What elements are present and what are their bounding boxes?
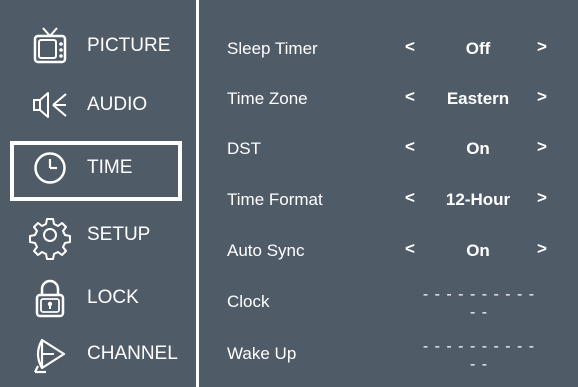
clock-icon: [30, 146, 70, 190]
setting-row-sleep-timer[interactable]: Sleep Timer < Off >: [199, 29, 578, 69]
menu-item-label: TIME: [87, 157, 133, 178]
menu-item-lock[interactable]: LOCK: [0, 270, 196, 326]
setting-value: Off: [465, 39, 491, 58]
antenna-icon: [30, 332, 70, 376]
arrow-right-icon[interactable]: >: [537, 137, 547, 157]
menu-item-time[interactable]: TIME: [0, 140, 196, 201]
setting-value: On: [466, 241, 490, 260]
tv-osd-menu: PICTURE AUDIO TIME SETUP LOCK CHANNEL Sl…: [0, 0, 578, 387]
arrow-left-icon[interactable]: <: [405, 137, 415, 157]
setting-row-clock[interactable]: Clock - - - - - - - - - - - -: [199, 282, 578, 322]
time-settings-panel: Sleep Timer < Off > Time Zone < Eastern …: [199, 0, 578, 387]
setting-value: 12-Hour: [445, 190, 511, 209]
setting-value: Eastern: [446, 89, 510, 108]
menu-item-label: SETUP: [87, 224, 151, 245]
setting-name: Time Zone: [227, 89, 308, 108]
menu-item-picture[interactable]: PICTURE: [0, 18, 196, 74]
setting-name: Auto Sync: [227, 241, 305, 260]
arrow-left-icon[interactable]: <: [405, 37, 415, 57]
setting-row-time-format[interactable]: Time Format < 12-Hour >: [199, 180, 578, 220]
setting-name: Time Format: [227, 190, 323, 209]
setting-row-wake-up[interactable]: Wake Up - - - - - - - - - - - -: [199, 334, 578, 374]
arrow-right-icon[interactable]: >: [537, 87, 547, 107]
setting-row-time-zone[interactable]: Time Zone < Eastern >: [199, 79, 578, 119]
menu-item-audio[interactable]: AUDIO: [0, 77, 196, 133]
arrow-right-icon[interactable]: >: [537, 188, 547, 208]
padlock-icon: [30, 276, 70, 320]
tv-icon: [30, 24, 70, 68]
menu-sidebar: PICTURE AUDIO TIME SETUP LOCK CHANNEL: [0, 0, 199, 387]
arrow-right-icon[interactable]: >: [537, 239, 547, 259]
menu-item-label: PICTURE: [87, 35, 171, 56]
arrow-left-icon[interactable]: <: [405, 188, 415, 208]
menu-item-label: CHANNEL: [87, 343, 178, 364]
menu-item-label: AUDIO: [87, 94, 148, 115]
setting-name: Clock: [227, 292, 270, 311]
setting-name: DST: [227, 139, 261, 158]
gear-icon: [29, 213, 71, 260]
setting-name: Sleep Timer: [227, 39, 318, 58]
setting-name: Wake Up: [227, 344, 297, 363]
setting-value-placeholder: - - - - - - - - - - - -: [422, 286, 536, 321]
setting-value: On: [466, 139, 490, 158]
menu-item-label: LOCK: [87, 287, 139, 308]
setting-row-auto-sync[interactable]: Auto Sync < On >: [199, 231, 578, 271]
setting-value-placeholder: - - - - - - - - - - - -: [422, 338, 536, 373]
setting-row-dst[interactable]: DST < On >: [199, 129, 578, 169]
arrow-left-icon[interactable]: <: [405, 239, 415, 259]
arrow-right-icon[interactable]: >: [537, 37, 547, 57]
menu-item-setup[interactable]: SETUP: [0, 207, 196, 263]
arrow-left-icon[interactable]: <: [405, 87, 415, 107]
menu-item-channel[interactable]: CHANNEL: [0, 326, 196, 382]
speaker-icon: [30, 83, 70, 127]
